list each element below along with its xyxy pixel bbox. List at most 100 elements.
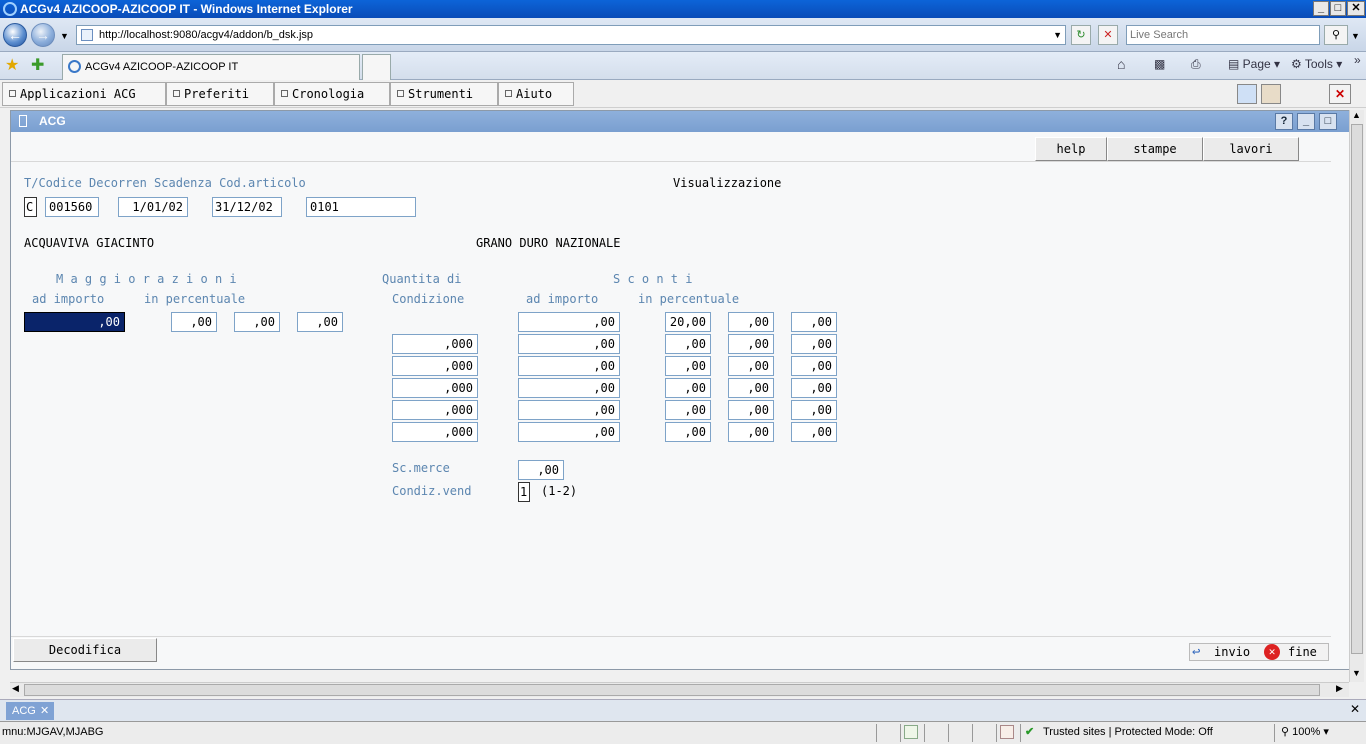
tools-menu[interactable]: ⚙ Tools ▾ [1291, 57, 1342, 71]
refresh-icon[interactable]: ↻ [1071, 25, 1091, 45]
panel-header: ACG ? _ □ [11, 111, 1354, 132]
lavori-button[interactable]: lavori [1203, 137, 1299, 161]
address-bar[interactable]: http://localhost:9080/acgv4/addon/b_dsk.… [76, 25, 1066, 45]
forward-button[interactable]: → [31, 23, 55, 47]
decodifica-button[interactable]: Decodifica [13, 638, 157, 662]
history-dropdown-icon[interactable]: ▼ [60, 31, 69, 41]
vertical-scroll-thumb[interactable] [1351, 124, 1363, 654]
maggiorazione-perc-field-1[interactable]: ,00 [171, 312, 217, 332]
maggiorazione-perc-field-2[interactable]: ,00 [234, 312, 280, 332]
sconto-perc-field[interactable]: ,00 [665, 334, 711, 354]
page-menu[interactable]: ▤ Page ▾ [1228, 57, 1280, 71]
sconto-perc-field[interactable]: ,00 [728, 378, 774, 398]
security-zone[interactable]: Trusted sites | Protected Mode: Off [1043, 722, 1213, 742]
quantita-field[interactable]: ,000 [392, 378, 478, 398]
home-icon[interactable]: ⌂ [1117, 56, 1125, 72]
sconto-perc-field[interactable]: ,00 [665, 378, 711, 398]
tipo-field[interactable]: C [24, 197, 37, 217]
stampe-button[interactable]: stampe [1107, 137, 1203, 161]
sconto-perc-field[interactable]: ,00 [665, 400, 711, 420]
new-tab-button[interactable] [362, 54, 391, 80]
sconto-perc-field[interactable]: ,00 [791, 334, 837, 354]
sconto-perc-field[interactable]: ,00 [728, 422, 774, 442]
help-button[interactable]: help [1035, 137, 1107, 161]
back-button[interactable]: ← [3, 23, 27, 47]
close-app-icon[interactable]: ✕ [1329, 84, 1351, 104]
maggiorazione-perc-field-3[interactable]: ,00 [297, 312, 343, 332]
horizontal-scrollbar[interactable]: ◀ ▶ [10, 682, 1349, 697]
sconto-perc-field[interactable]: ,00 [791, 312, 837, 332]
search-options-icon[interactable]: ▼ [1351, 31, 1360, 41]
scadenza-field[interactable]: 31/12/02 [212, 197, 282, 217]
sc-merce-label: Sc.merce [392, 461, 450, 475]
invio-arrow-icon: ↩ [1192, 644, 1201, 660]
sconto-importo-field[interactable]: ,00 [518, 400, 620, 420]
close-window-button[interactable]: ✕ [1347, 1, 1365, 16]
quantita-field[interactable]: ,000 [392, 334, 478, 354]
maggiorazione-importo-field[interactable]: ,00 [24, 312, 125, 332]
divider [1020, 724, 1021, 742]
chevron-right-icon[interactable]: » [1354, 53, 1361, 67]
search-icon[interactable]: ⚲ [1324, 25, 1348, 45]
user-profile-icon[interactable] [1261, 84, 1281, 104]
feeds-icon[interactable]: ▩ [1154, 57, 1165, 71]
scroll-left-icon[interactable]: ◀ [12, 683, 19, 694]
print-icon[interactable]: ⎙ [1191, 57, 1201, 72]
sconto-importo-field[interactable]: ,00 [518, 378, 620, 398]
menu-preferiti[interactable]: Preferiti [166, 82, 274, 106]
panel-maximize-button[interactable]: □ [1319, 113, 1337, 130]
maggiorazioni-label: M a g g i o r a z i o n i [56, 272, 237, 286]
zoom-control[interactable]: ⚲ 100% ▾ [1281, 722, 1329, 742]
horizontal-scroll-thumb[interactable] [24, 684, 1320, 696]
scroll-down-icon[interactable]: ▼ [1352, 668, 1361, 678]
sconto-perc-field[interactable]: ,00 [728, 312, 774, 332]
sconto-perc-field[interactable]: ,00 [791, 378, 837, 398]
fine-button[interactable]: fine [1288, 644, 1317, 660]
scroll-up-icon[interactable]: ▲ [1352, 110, 1361, 120]
menu-applicazioni-acg[interactable]: Applicazioni ACG [2, 82, 166, 106]
quantita-field[interactable]: ,000 [392, 356, 478, 376]
sc-merce-field[interactable]: ,00 [518, 460, 564, 480]
codice-field[interactable]: 001560 [45, 197, 99, 217]
menu-strumenti[interactable]: Strumenti [390, 82, 498, 106]
panel-minimize-button[interactable]: _ [1297, 113, 1315, 130]
cod-articolo-field[interactable]: 0101 [306, 197, 416, 217]
sconto-perc-field[interactable]: ,00 [665, 422, 711, 442]
maximize-button[interactable]: □ [1330, 1, 1346, 16]
acg-task-tab[interactable]: ACG ✕ [6, 702, 54, 720]
sconto-perc-field[interactable]: ,00 [728, 334, 774, 354]
sconto-importo-field[interactable]: ,00 [518, 312, 620, 332]
search-input[interactable]: Live Search [1126, 25, 1320, 45]
address-dropdown-icon[interactable]: ▼ [1053, 26, 1062, 44]
sconto-perc-field[interactable]: 20,00 [665, 312, 711, 332]
close-tasks-icon[interactable]: ✕ [1350, 702, 1360, 716]
sconto-perc-field[interactable]: ,00 [791, 356, 837, 376]
sconto-perc-field[interactable]: ,00 [728, 356, 774, 376]
vertical-scrollbar[interactable]: ▲ ▼ [1349, 110, 1364, 682]
maggiorazioni-ad-importo-label: ad importo [32, 292, 105, 306]
quantita-field[interactable]: ,000 [392, 422, 478, 442]
invio-button[interactable]: invio [1214, 644, 1250, 660]
sconto-perc-field[interactable]: ,00 [728, 400, 774, 420]
refresh-session-icon[interactable] [1237, 84, 1257, 104]
sconto-perc-field[interactable]: ,00 [791, 422, 837, 442]
decorrenza-field[interactable]: 1/01/02 [118, 197, 188, 217]
quantita-field[interactable]: ,000 [392, 400, 478, 420]
minimize-button[interactable]: _ [1313, 1, 1329, 16]
sconto-importo-field[interactable]: ,00 [518, 334, 620, 354]
menu-cronologia[interactable]: Cronologia [274, 82, 390, 106]
scroll-right-icon[interactable]: ▶ [1336, 683, 1343, 694]
panel-help-button[interactable]: ? [1275, 113, 1293, 130]
task-close-icon[interactable]: ✕ [40, 702, 49, 720]
sconto-importo-field[interactable]: ,00 [518, 422, 620, 442]
browser-tab[interactable]: ACGv4 AZICOOP-AZICOOP IT [62, 54, 360, 80]
stop-icon[interactable]: ✕ [1098, 25, 1118, 45]
menu-aiuto[interactable]: Aiuto [498, 82, 574, 106]
add-favorite-icon[interactable]: ✚ [31, 55, 44, 75]
panel-menu-icon[interactable] [19, 115, 27, 127]
favorites-star-icon[interactable]: ★ [5, 55, 19, 75]
condiz-vend-field[interactable]: 1 [518, 482, 530, 502]
sconto-importo-field[interactable]: ,00 [518, 356, 620, 376]
sconto-perc-field[interactable]: ,00 [665, 356, 711, 376]
sconto-perc-field[interactable]: ,00 [791, 400, 837, 420]
